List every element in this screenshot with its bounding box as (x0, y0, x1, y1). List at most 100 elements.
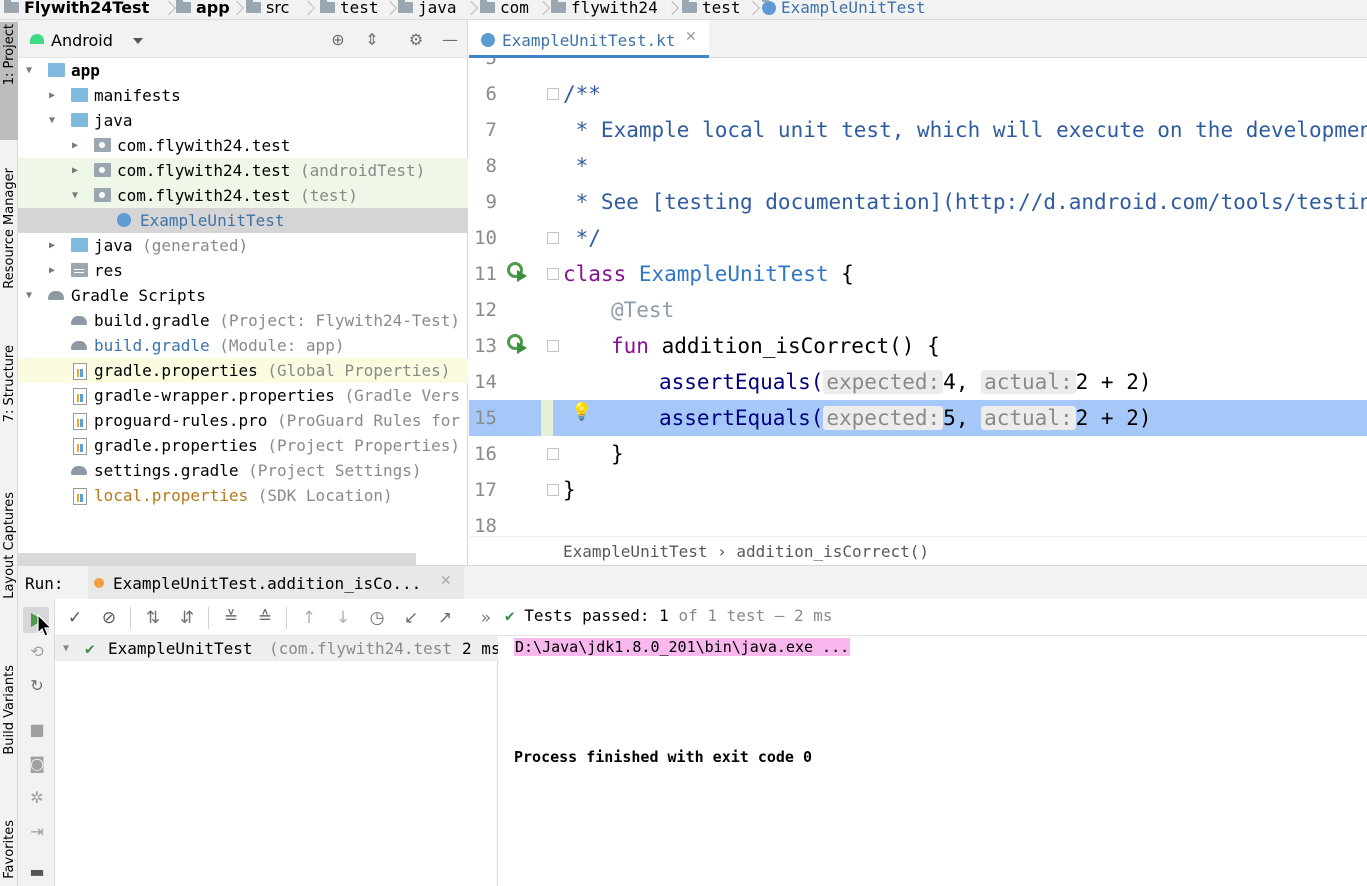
chevron-right-icon[interactable]: ▶ (49, 83, 61, 108)
code-line[interactable]: 9 * See [testing documentation](http://d… (469, 184, 1367, 220)
tree-item[interactable]: ▼ java (18, 108, 468, 133)
collapse-all-icon[interactable]: ⇕ (363, 31, 381, 49)
run-tab[interactable]: ExampleUnitTest.addition_isCo... ✕ (88, 566, 464, 600)
code-line[interactable]: 13 fun addition_isCorrect() { (469, 328, 1367, 364)
collapse-all-icon[interactable]: ≙ (254, 607, 276, 629)
fold-marker-icon[interactable] (547, 484, 559, 496)
code-line[interactable]: 16} (469, 436, 1367, 472)
expand-arrow-icon[interactable]: ▼ (63, 636, 69, 661)
expand-all-icon[interactable]: ≚ (220, 607, 242, 629)
tree-item[interactable]: ▶ com.flywith24.test (androidTest) (18, 158, 468, 183)
import-tests-icon[interactable]: ↙ (400, 607, 422, 629)
fold-marker-icon[interactable] (547, 448, 559, 460)
editor-tab[interactable]: ExampleUnitTest.kt ✕ (469, 20, 709, 58)
sort-alphabetically-icon[interactable]: ⇅ (142, 607, 164, 629)
close-icon[interactable]: ✕ (685, 29, 697, 45)
breadcrumb-item-com[interactable]: com (480, 0, 529, 17)
close-icon[interactable]: ✕ (440, 573, 452, 589)
breadcrumb-item-src[interactable]: src (246, 0, 289, 17)
chevron-right-icon[interactable]: ▶ (49, 233, 61, 258)
tool-tab-layout-captures[interactable]: Layout Captures (0, 492, 18, 632)
breadcrumb-item-class[interactable]: ExampleUnitTest (762, 0, 926, 17)
tool-tab-favorites[interactable]: Favorites (0, 820, 18, 886)
tree-item[interactable]: ExampleUnitTest (18, 208, 468, 233)
tree-item[interactable]: proguard-rules.pro (ProGuard Rules for (18, 408, 468, 433)
locate-icon[interactable]: ⊕ (329, 31, 347, 49)
minimize-icon[interactable]: — (441, 31, 459, 49)
tree-item[interactable]: build.gradle (Module: app) (18, 333, 468, 358)
chevron-down-icon[interactable] (133, 38, 143, 44)
code-line[interactable]: 7 * Example local unit test, which will … (469, 112, 1367, 148)
fold-marker-icon[interactable] (547, 340, 559, 352)
tree-item[interactable]: gradle.properties (Project Properties) (18, 433, 468, 458)
tree-item[interactable]: local.properties (SDK Location) (18, 483, 468, 508)
tree-item[interactable]: ▶ com.flywith24.test (18, 133, 468, 158)
code-line[interactable]: 6 /** (469, 76, 1367, 112)
editor-breadcrumb-text[interactable]: ExampleUnitTest › addition_isCorrect() (563, 542, 929, 561)
chevron-right-icon[interactable]: ▶ (72, 158, 84, 183)
stop-icon[interactable]: ■ (26, 719, 48, 741)
tool-tab-structure[interactable]: 7: Structure (0, 345, 18, 465)
code-line[interactable]: 5 (469, 58, 1367, 76)
sort-by-duration-icon[interactable]: ⇵ (176, 607, 198, 629)
code-line[interactable]: 10 */ (469, 220, 1367, 256)
toggle-auto-test-icon[interactable]: ↻ (26, 675, 48, 697)
tool-tab-project[interactable]: 1: Project (0, 22, 18, 140)
run-test-gutter-icon[interactable] (507, 334, 529, 356)
fold-marker-icon[interactable] (547, 268, 559, 280)
tree-item[interactable]: settings.gradle (Project Settings) (18, 458, 468, 483)
tree-item[interactable]: ▶ java (generated) (18, 233, 468, 258)
code-line[interactable]: 17} (469, 472, 1367, 508)
chevron-right-icon[interactable]: ▶ (72, 133, 84, 158)
tree-item[interactable]: gradle-wrapper.properties (Gradle Vers (18, 383, 468, 408)
breadcrumb-item-test-pkg[interactable]: test (682, 0, 741, 17)
test-history-icon[interactable]: ◷ (366, 607, 388, 629)
lightbulb-icon[interactable]: 💡 (571, 402, 592, 422)
test-result-row[interactable]: ▼ ✔ ExampleUnitTest (com.flywith24.test … (55, 636, 501, 661)
breadcrumb-item-java[interactable]: java (398, 0, 457, 17)
code-line[interactable]: 14 assertEquals(expected: 4, actual: 2 + 2) (469, 364, 1367, 400)
tree-item[interactable]: ▶ manifests (18, 83, 468, 108)
chevron-down-icon[interactable]: ▼ (26, 283, 38, 308)
fold-marker-icon[interactable] (547, 232, 559, 244)
tree-item[interactable]: ▼ com.flywith24.test (test) (18, 183, 468, 208)
chevron-down-icon[interactable]: ▼ (49, 108, 61, 133)
rerun-failed-icon[interactable]: ⟲ (26, 641, 48, 663)
run-test-gutter-icon[interactable] (507, 262, 529, 284)
tree-item[interactable]: build.gradle (Project: Flywith24-Test) (18, 308, 468, 333)
next-failed-icon[interactable]: ↓ (332, 607, 354, 629)
code-line[interactable]: 8 * (469, 148, 1367, 184)
show-passed-icon[interactable]: ✓ (64, 607, 86, 629)
chevron-down-icon[interactable]: ▼ (72, 183, 84, 208)
breadcrumb-item-app[interactable]: app (176, 0, 230, 17)
tree-item[interactable]: ▼ Gradle Scripts (18, 283, 468, 308)
bug-icon[interactable]: ✲ (26, 787, 48, 809)
chevron-right-icon[interactable]: ▶ (49, 258, 61, 283)
breadcrumb-item-project[interactable]: Flywith24Test (4, 0, 149, 17)
console-output[interactable]: D:\Java\jdk1.8.0_201\bin\java.exe ... Pr… (498, 636, 1367, 886)
code-line[interactable]: 15 assertEquals(expected: 5, actual: 2 + 2)… (469, 400, 1367, 436)
tool-tab-resource-manager[interactable]: Resource Manager (0, 168, 18, 318)
code-line[interactable]: 18 (469, 508, 1367, 536)
code-editor[interactable]: 5 6 /** 7 * Example local unit test, which … (469, 58, 1367, 536)
layout-icon[interactable]: ▬ (26, 861, 48, 883)
export-tests-icon[interactable]: ↗ (434, 607, 456, 629)
fold-marker-icon[interactable] (547, 88, 559, 100)
more-icon[interactable]: » (475, 607, 497, 629)
tree-item[interactable]: ▼ app (18, 58, 468, 83)
console-command-line[interactable]: D:\Java\jdk1.8.0_201\bin\java.exe ... (514, 638, 851, 656)
exit-icon[interactable]: ⇥ (26, 821, 48, 843)
show-ignored-icon[interactable]: ⊘ (98, 607, 120, 629)
project-view-selector[interactable]: Android (51, 31, 113, 50)
tree-item[interactable]: gradle.properties (Global Properties) (18, 358, 468, 383)
tool-tab-build-variants[interactable]: Build Variants (0, 665, 18, 795)
chevron-down-icon[interactable]: ▼ (26, 58, 38, 83)
gear-icon[interactable]: ⚙ (407, 31, 425, 49)
tree-item[interactable]: ▶ res (18, 258, 468, 283)
breadcrumb-item-flywith24[interactable]: flywith24 (551, 0, 658, 17)
code-line[interactable]: 11 class ExampleUnitTest { (469, 256, 1367, 292)
horizontal-scrollbar[interactable] (18, 553, 416, 565)
camera-icon[interactable]: ◙ (26, 753, 48, 775)
breadcrumb-item-test[interactable]: test (320, 0, 379, 17)
previous-failed-icon[interactable]: ↑ (298, 607, 320, 629)
